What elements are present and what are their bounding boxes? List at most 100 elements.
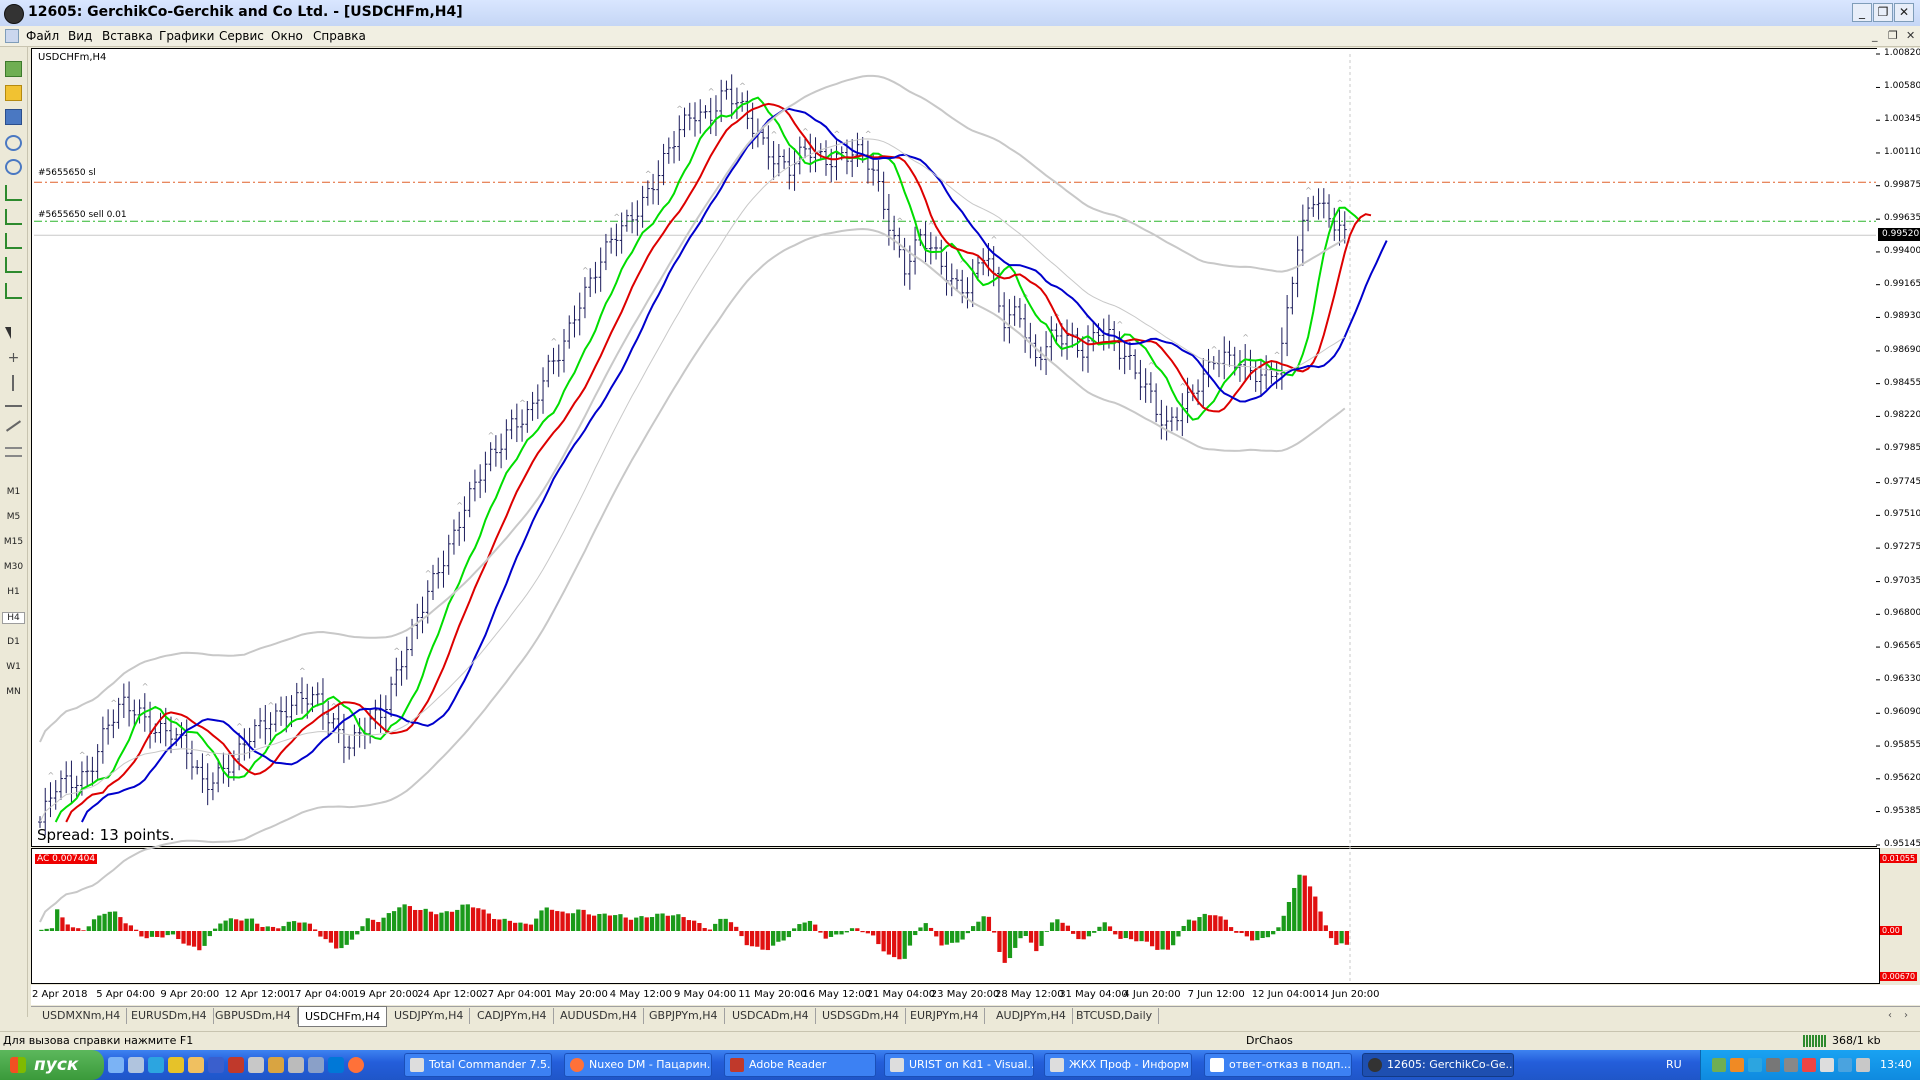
chart-tab[interactable]: EURJPYm,H4 (904, 1008, 986, 1024)
ac-histogram-bar (960, 931, 965, 940)
save-icon[interactable] (208, 1057, 224, 1073)
fractal-arrow: ^ (613, 213, 620, 222)
ac-histogram-bar (439, 912, 444, 931)
help-hint: Для вызова справки нажмите F1 (3, 1034, 194, 1047)
ac-histogram-bar (1071, 931, 1076, 934)
ac-histogram-bar (255, 923, 260, 931)
ac-histogram-bar (191, 931, 197, 947)
ac-histogram-bar (465, 904, 470, 931)
fractal-arrow: ^ (991, 235, 998, 244)
spread-text: Spread: 13 points. (37, 826, 175, 844)
ac-histogram-bar (976, 921, 981, 931)
ac-histogram-bar (444, 911, 449, 931)
language-indicator[interactable]: RU (1666, 1058, 1682, 1071)
ac-histogram-bar (402, 904, 407, 931)
tab-scroll-right-icon[interactable]: › (1904, 1010, 1908, 1021)
quicklaunch-app-icon[interactable] (288, 1057, 304, 1073)
ac-histogram-bar (1023, 931, 1028, 936)
taskbar-window-label: Adobe Reader (749, 1058, 827, 1071)
ac-histogram-bar (923, 923, 928, 931)
quicklaunch-app-icon[interactable] (128, 1057, 144, 1073)
ac-histogram-bar (834, 931, 839, 935)
ac-histogram-bar (160, 931, 165, 938)
price-tick-label: 0.97985 (1884, 443, 1920, 454)
tab-scroll-left-icon[interactable]: ‹ (1888, 1010, 1892, 1021)
taskbar-window-nuxeo[interactable]: Nuxeo DM - Пацарин... (564, 1053, 712, 1077)
ac-histogram-bar (902, 931, 907, 959)
ac-histogram-bar (1181, 925, 1186, 931)
ac-histogram-bar (1318, 911, 1323, 931)
tray-app-icon[interactable] (1712, 1058, 1726, 1072)
ac-histogram-bar (339, 931, 344, 949)
chart-tab[interactable]: EURUSDm,H4 (125, 1008, 214, 1024)
chart-tab[interactable]: GBPUSDm,H4 (209, 1008, 298, 1024)
chart-tab[interactable]: USDCHFm,H4 (298, 1006, 388, 1027)
ac-histogram-bar (570, 913, 576, 931)
firefox-icon[interactable] (348, 1057, 364, 1073)
chart-tab[interactable]: AUDJPYm,H4 (990, 1008, 1073, 1024)
price-tick-label: 0.95620 (1884, 772, 1920, 783)
quicklaunch-app-icon[interactable] (308, 1057, 324, 1073)
chart-tab[interactable]: USDMXNm,H4 (36, 1008, 128, 1024)
chart-tab[interactable]: USDCADm,H4 (726, 1008, 816, 1024)
ac-histogram-bar (1281, 915, 1286, 931)
taskbar-window-adobe-reader[interactable]: Adobe Reader (724, 1053, 876, 1077)
show-desktop-icon[interactable] (108, 1057, 124, 1073)
chart-tab[interactable]: GBPJPYm,H4 (643, 1008, 725, 1024)
ac-histogram-bar (107, 911, 112, 931)
ac-histogram-bar (839, 931, 844, 935)
ac-histogram-bar (1060, 922, 1065, 931)
quicklaunch-app-icon[interactable] (268, 1057, 284, 1073)
ac-histogram-bar (823, 931, 828, 939)
tray-app-icon[interactable] (1730, 1058, 1744, 1072)
ac-histogram-bar (813, 924, 818, 931)
folder-icon[interactable] (188, 1057, 204, 1073)
ac-histogram-bar (939, 931, 944, 946)
taskbar-window-document[interactable]: ответ-отказ в подп... (1204, 1053, 1352, 1077)
tray-app-icon[interactable] (1802, 1058, 1816, 1072)
chart-tab[interactable]: USDSGDm,H4 (816, 1008, 906, 1024)
chart-tab[interactable]: USDJPYm,H4 (388, 1008, 471, 1024)
taskbar-window-metatrader[interactable]: 12605: GerchikCo-Ge... (1362, 1053, 1514, 1077)
ac-histogram-bar (1149, 931, 1155, 947)
taskbar-window-urist[interactable]: URIST on Kd1 - Visual... (884, 1053, 1034, 1077)
ac-histogram-bar (134, 929, 139, 931)
start-button[interactable]: пуск (0, 1050, 104, 1080)
volume-icon[interactable] (1856, 1058, 1870, 1072)
chart-tab[interactable]: CADJPYm,H4 (471, 1008, 554, 1024)
price-tick-label: 0.98690 (1884, 344, 1920, 355)
time-tick-label: 9 Apr 20:00 (160, 989, 220, 1000)
price-tick-label: 1.00110 (1884, 146, 1920, 157)
fractal-arrow: ^ (676, 104, 683, 113)
pdf-icon[interactable] (228, 1057, 244, 1073)
ac-histogram-bar (760, 931, 765, 950)
ac-histogram-bar (692, 920, 697, 931)
tray-app-icon[interactable] (1766, 1058, 1780, 1072)
price-tick-label: 0.99635 (1884, 213, 1920, 224)
taskbar-window-total-commander[interactable]: Total Commander 7.5... (404, 1053, 552, 1077)
ac-histogram-bar (276, 928, 281, 931)
ac-histogram-bar (628, 919, 634, 931)
start-label: пуск (34, 1055, 79, 1075)
tray-app-icon[interactable] (1784, 1058, 1798, 1072)
price-tick-label: 0.97510 (1884, 509, 1920, 520)
quicklaunch-app-icon[interactable] (328, 1057, 344, 1073)
ac-histogram-bar (928, 927, 934, 931)
telegram-tray-icon[interactable] (1748, 1058, 1762, 1072)
ac-histogram-bar (86, 926, 91, 931)
chart-tab[interactable]: BTCUSD,Daily (1070, 1008, 1160, 1024)
quicklaunch-app-icon[interactable] (168, 1057, 184, 1073)
telegram-icon[interactable] (148, 1057, 164, 1073)
fractal-arrow: ^ (1305, 186, 1312, 195)
fractal-arrow: ^ (1337, 198, 1344, 207)
time-tick-label: 19 Apr 20:00 (353, 989, 419, 1000)
chart-tab[interactable]: AUDUSDm,H4 (554, 1008, 645, 1024)
taskbar-window-zhkh[interactable]: ЖКХ Проф - Информ © (1044, 1053, 1192, 1077)
quicklaunch-app-icon[interactable] (248, 1057, 264, 1073)
ac-histogram-bar (1176, 931, 1181, 937)
ac-histogram-bar (491, 918, 497, 931)
tray-app-icon[interactable] (1838, 1058, 1852, 1072)
ac-histogram-bar (239, 920, 244, 931)
network-icon[interactable] (1820, 1058, 1834, 1072)
price-tick-label: 0.97035 (1884, 575, 1920, 586)
